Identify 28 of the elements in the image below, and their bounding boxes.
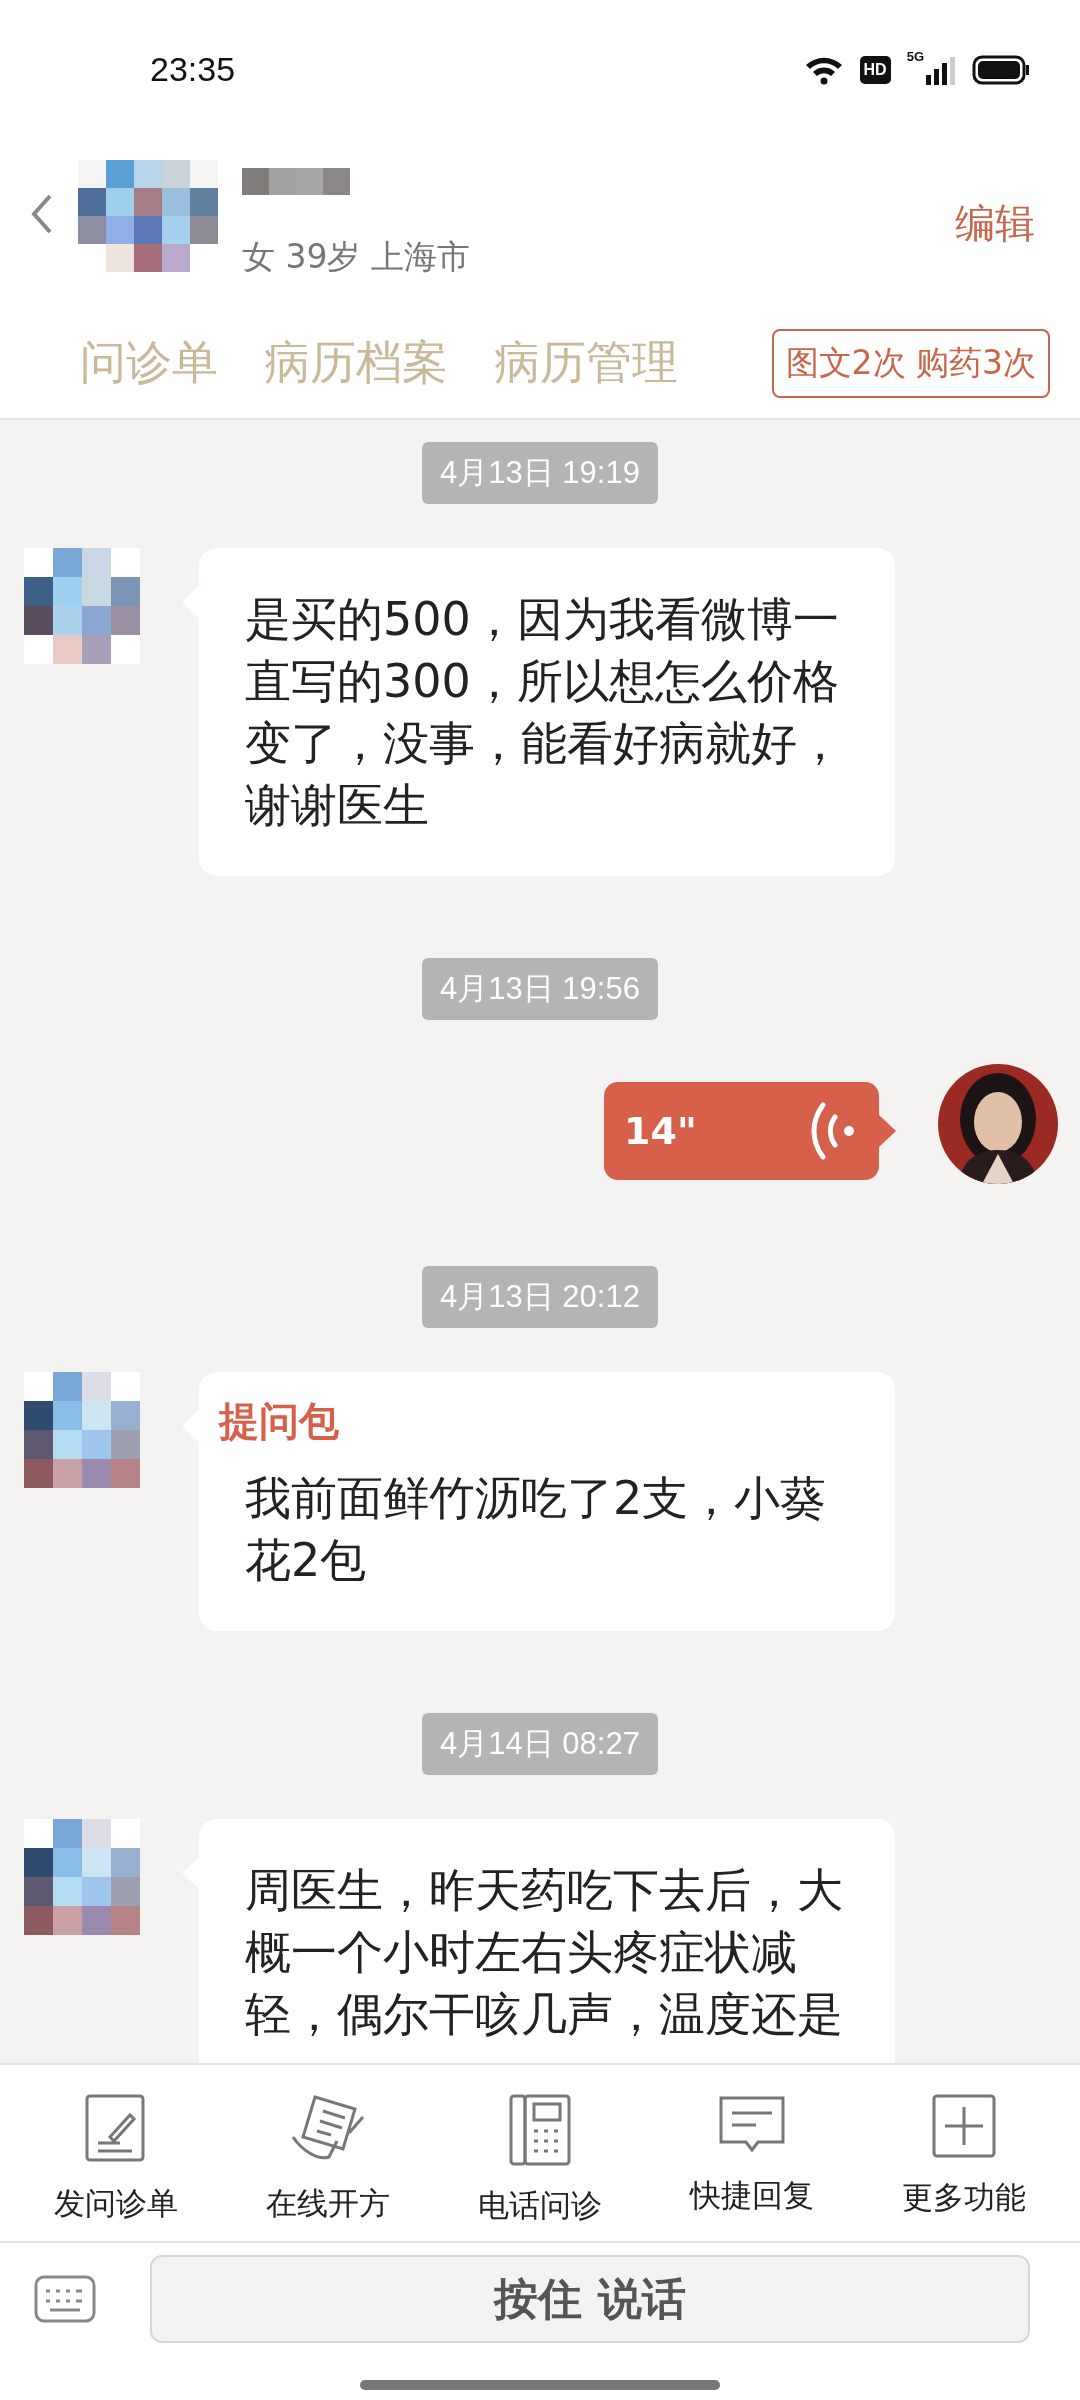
form-icon xyxy=(84,2093,148,2165)
timestamp: 4月14日 08:27 xyxy=(422,1713,658,1775)
network-label: 5G xyxy=(906,48,924,64)
timestamp: 4月13日 20:12 xyxy=(422,1266,658,1328)
edit-link[interactable]: 编辑 xyxy=(955,196,1035,252)
patient-info: 女 39岁 上海市 xyxy=(242,235,471,278)
message-text: 是买的500，因为我看微博一直写的300，所以想怎么价格变了，没事，能看好病就好，谢谢医生 xyxy=(245,591,844,834)
message-text: 周医生，昨天药吃下去后，大概一个小时左右头疼症状减轻，偶尔干咳几声，温度还是 xyxy=(245,1862,844,2043)
timestamp: 4月13日 19:56 xyxy=(422,958,658,1020)
battery-icon xyxy=(972,54,1030,85)
add-icon xyxy=(931,2093,997,2159)
keyboard-icon[interactable] xyxy=(34,2275,96,2323)
toolbar-button[interactable]: 更多功能 xyxy=(858,2065,1070,2241)
toolbar-button[interactable]: 发问诊单 xyxy=(10,2065,222,2241)
hd-icon: HD xyxy=(859,55,891,84)
toolbar-button[interactable]: 快捷回复 xyxy=(646,2065,858,2241)
usage-badge: 图文2次 购药3次 xyxy=(771,328,1050,398)
hold-to-talk-button[interactable]: 按住 说话 xyxy=(150,2255,1030,2343)
toolbar-button[interactable]: 在线开方 xyxy=(222,2065,434,2241)
bubble-tail xyxy=(879,1115,896,1147)
phone-icon xyxy=(508,2093,572,2167)
message-text: 我前面鲜竹沥吃了2支，小葵花2包 xyxy=(245,1470,828,1589)
clock: 23:35 xyxy=(150,50,236,90)
message-title: 提问包 xyxy=(219,1397,340,1446)
signal-icon xyxy=(926,54,956,85)
voice-message[interactable]: 14" xyxy=(604,1082,879,1180)
toolbar-button[interactable]: 电话问诊 xyxy=(434,2065,646,2241)
timestamp: 4月13日 19:19 xyxy=(422,442,658,504)
